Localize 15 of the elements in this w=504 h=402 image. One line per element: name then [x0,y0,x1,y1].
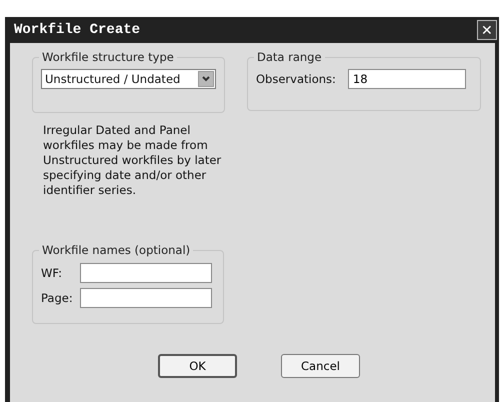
description-text: Irregular Dated and Panel workfiles may be made from Unstructured workfiles by later specifying date and/or other identifier series. [43,123,222,198]
observations-field[interactable]: 18 [348,69,466,89]
close-button[interactable]: ✕ [477,20,497,40]
dialog-button[interactable]: Cancel [281,354,360,378]
group-title: Workfile names (optional) [39,243,194,257]
window-title: Workfile Create [14,22,140,38]
group-title: Data range [254,50,325,64]
name-field[interactable] [80,288,212,308]
structure-dropdown[interactable]: Unstructured / Undated [41,69,216,89]
field-label: Observations: [256,72,336,86]
dialog-button[interactable]: OK [158,354,237,378]
field-label: Page: [41,291,74,305]
name-field[interactable] [80,263,212,283]
field-label: WF: [41,266,63,280]
group-title: Workfile structure type [39,50,177,64]
